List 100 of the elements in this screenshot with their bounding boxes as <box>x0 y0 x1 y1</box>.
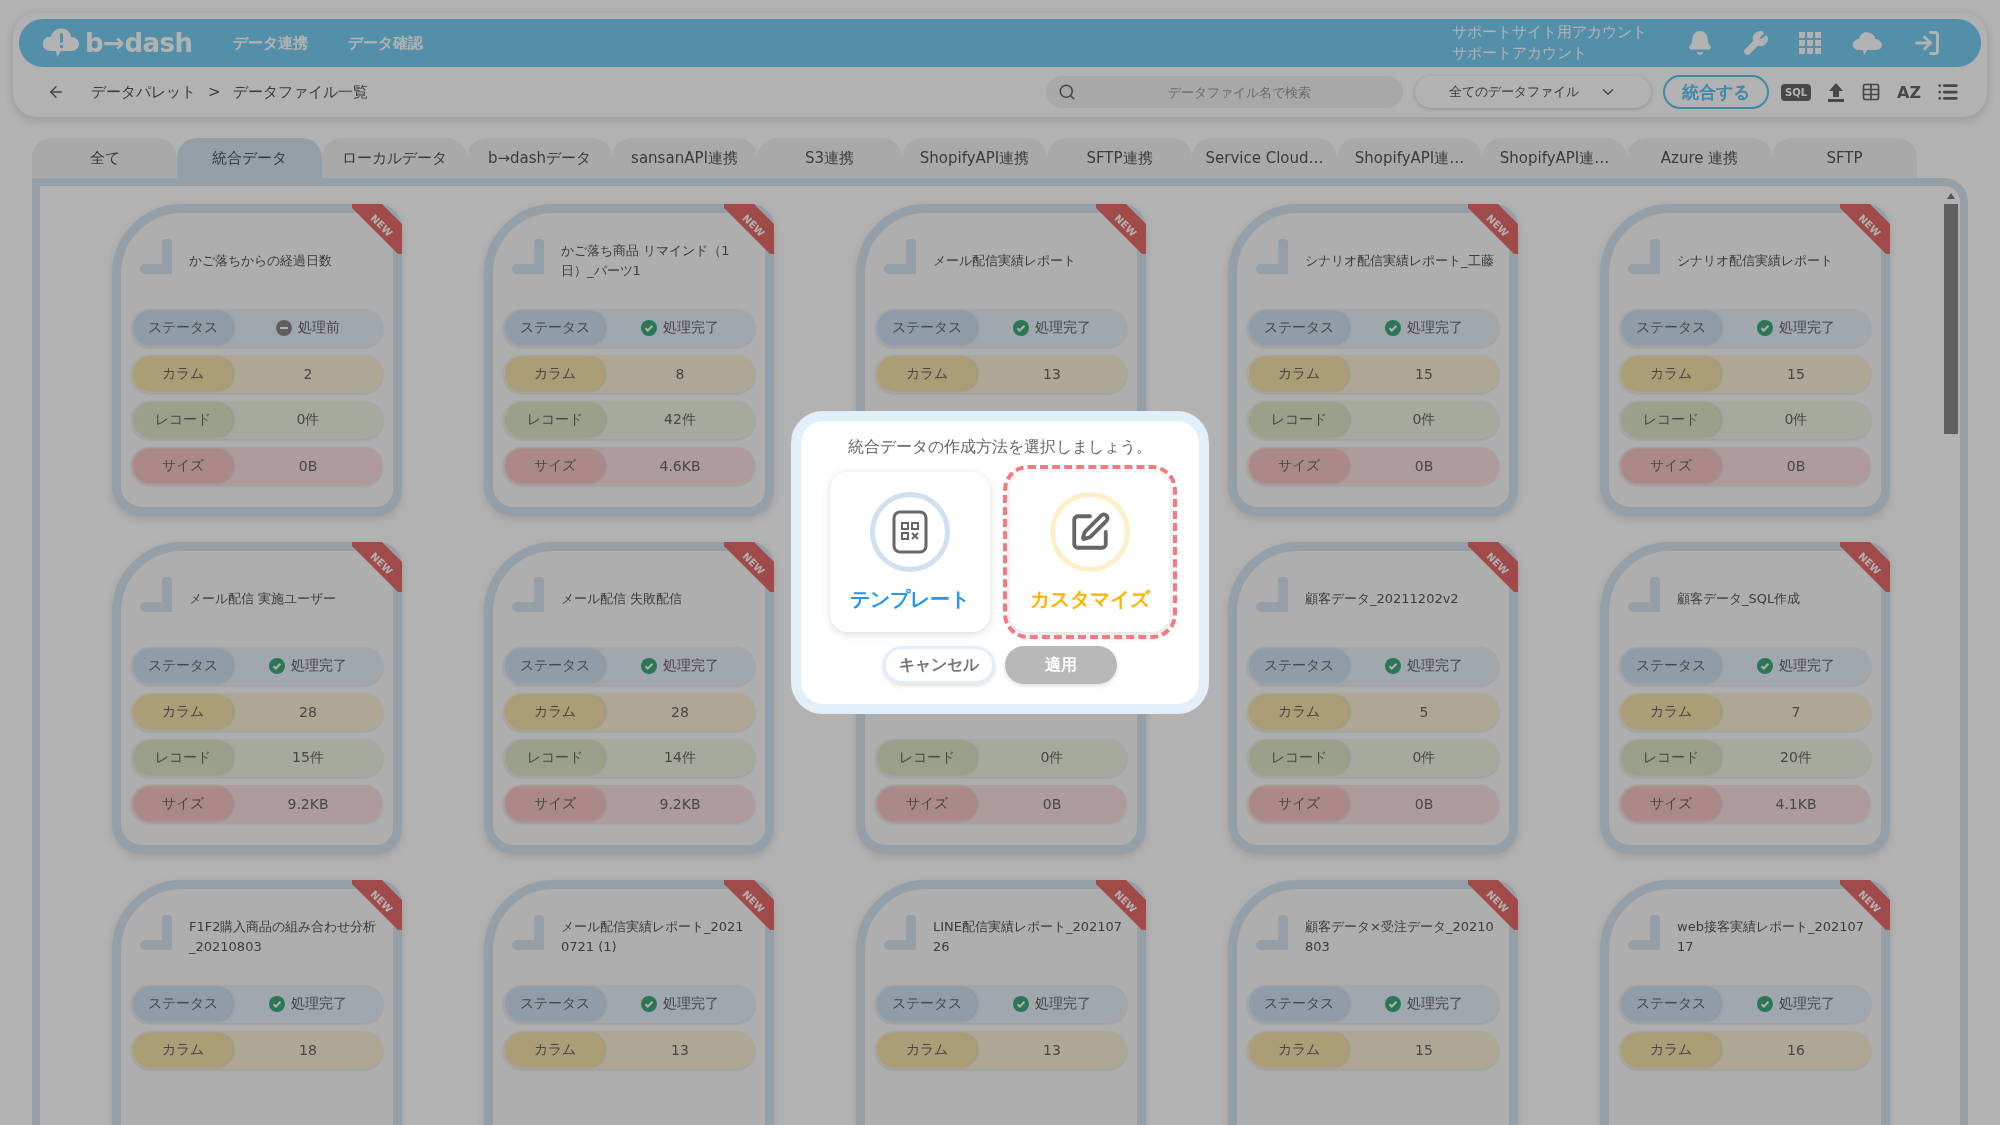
table-icon[interactable] <box>1861 82 1881 102</box>
wrench-icon[interactable] <box>1743 30 1769 56</box>
stat-label: レコード <box>505 741 605 775</box>
stat-value-text: 9.2KB <box>659 796 701 812</box>
method-option[interactable]: テンプレート <box>830 472 990 632</box>
stat-label: カラム <box>1249 357 1349 391</box>
stat-value-text: 0件 <box>1784 411 1808 429</box>
category-tab[interactable]: ShopifyAPI連携 <box>902 138 1047 178</box>
stat-label: ステータス <box>133 311 233 345</box>
stat-label: ステータス <box>1621 987 1721 1021</box>
stat-label: サイズ <box>1621 449 1721 483</box>
stat-label: サイズ <box>133 449 233 483</box>
dialog-button[interactable]: キャンセル <box>883 646 995 684</box>
stat-value-text: 処理完了 <box>663 319 719 337</box>
stat-label: レコード <box>133 403 233 437</box>
stat-label: レコード <box>1621 403 1721 437</box>
category-tab[interactable]: ShopifyAPI連… <box>1337 138 1482 178</box>
stat-value-text: 16 <box>1787 1042 1805 1058</box>
category-tab[interactable]: 統合データ <box>177 138 322 178</box>
category-tab[interactable]: b→dashデータ <box>467 138 612 178</box>
category-tab[interactable]: 全て <box>32 138 177 178</box>
category-tab[interactable]: Azure 連携 <box>1627 138 1772 178</box>
stat-label: ステータス <box>1621 311 1721 345</box>
stat-label: サイズ <box>877 787 977 821</box>
breadcrumb-link[interactable]: データパレット <box>91 82 196 102</box>
stat-value-text: 15件 <box>292 749 324 767</box>
stat-label: ステータス <box>1249 987 1349 1021</box>
stat-label: カラム <box>505 695 605 729</box>
stat-label: ステータス <box>505 987 605 1021</box>
stat-label: サイズ <box>1249 787 1349 821</box>
category-tab[interactable]: sansanAPI連携 <box>612 138 757 178</box>
search-icon <box>1057 83 1076 101</box>
stat-value-text: 0件 <box>296 411 320 429</box>
file-title: メール配信 失敗配信 <box>561 590 684 608</box>
stat-label: レコード <box>1249 741 1349 775</box>
stat-value-text: 13 <box>671 1042 689 1058</box>
stat-value-text: 42件 <box>664 411 696 429</box>
stat-value-text: 処理完了 <box>1407 995 1463 1013</box>
file-title: 顧客データ_SQL作成 <box>1677 590 1802 608</box>
stat-value-text: 15 <box>1787 366 1805 382</box>
stat-value-text: 処理完了 <box>1035 995 1091 1013</box>
sql-icon[interactable]: SQL <box>1780 83 1811 101</box>
category-tab[interactable]: SFTP連携 <box>1047 138 1192 178</box>
list-icon[interactable] <box>1937 81 1959 103</box>
account-name: サポートサイト用アカウント <box>1452 22 1647 43</box>
app-grid-icon[interactable] <box>1799 32 1821 54</box>
stat-label: ステータス <box>133 649 233 683</box>
breadcrumb-separator: > <box>208 83 221 101</box>
category-tab[interactable]: ShopifyAPI連… <box>1482 138 1627 178</box>
category-tab[interactable]: S3連携 <box>757 138 902 178</box>
stat-value-text: 0件 <box>1412 749 1436 767</box>
stat-value-text: 処理完了 <box>291 995 347 1013</box>
upload-icon[interactable] <box>1827 82 1845 102</box>
login-icon[interactable] <box>1913 29 1941 57</box>
scrollbar-thumb[interactable] <box>1944 204 1958 434</box>
stat-label: レコード <box>1621 741 1721 775</box>
stat-value-text: 0B <box>1042 796 1062 812</box>
category-tab[interactable]: SFTP <box>1772 138 1917 178</box>
stat-value-text: 0B <box>1414 458 1434 474</box>
account-name: サポートアカウント <box>1452 43 1588 64</box>
stat-label: サイズ <box>505 449 605 483</box>
stat-label: ステータス <box>1249 649 1349 683</box>
edit-icon <box>1069 510 1111 553</box>
stat-label: カラム <box>1621 1033 1721 1067</box>
stat-value-text: 処理前 <box>298 319 340 337</box>
stat-value-text: 処理完了 <box>663 657 719 675</box>
stat-label: カラム <box>1621 357 1721 391</box>
stat-value-text: 処理完了 <box>1779 995 1835 1013</box>
stat-label: カラム <box>1249 1033 1349 1067</box>
stat-value-text: 処理完了 <box>291 657 347 675</box>
cloud-icon[interactable] <box>1851 29 1883 57</box>
stat-label: ステータス <box>505 311 605 345</box>
stat-value-text: 処理完了 <box>1407 319 1463 337</box>
stat-label: ステータス <box>1249 311 1349 345</box>
file-title: メール配信実績レポート <box>933 252 1077 270</box>
stat-value-text: 0B <box>298 458 318 474</box>
stat-value-text: 0B <box>1786 458 1806 474</box>
stat-label: サイズ <box>1621 787 1721 821</box>
stat-value-text: 20件 <box>1780 749 1812 767</box>
scroll-up-arrow-icon[interactable] <box>1946 192 1956 200</box>
stat-label: カラム <box>133 1033 233 1067</box>
file-filter-dropdown[interactable]: 全てのデータファイル <box>1414 76 1651 108</box>
file-title: メール配信 実施ユーザー <box>189 590 338 608</box>
stat-value-text: 13 <box>1043 1042 1061 1058</box>
stat-value-text: 13 <box>1043 366 1061 382</box>
stat-value-text: 14件 <box>664 749 696 767</box>
category-tab[interactable]: ローカルデータ <box>322 138 467 178</box>
stat-value-text: 処理完了 <box>1035 319 1091 337</box>
stat-value-text: 処理完了 <box>663 995 719 1013</box>
stat-value-text: 28 <box>671 704 689 720</box>
stat-value-text: 9.2KB <box>287 796 329 812</box>
stat-label: カラム <box>1621 695 1721 729</box>
stat-value-text: 4.1KB <box>1775 796 1817 812</box>
stat-value-text: 0件 <box>1412 411 1436 429</box>
category-tab[interactable]: Service Cloud… <box>1192 138 1337 178</box>
sort-icon[interactable]: AZ <box>1897 82 1921 102</box>
stat-value-text: 2 <box>303 366 313 382</box>
file-title: かご落ちからの経過日数 <box>189 252 333 270</box>
bell-icon[interactable] <box>1687 30 1713 56</box>
stat-value-text: 4.6KB <box>659 458 701 474</box>
